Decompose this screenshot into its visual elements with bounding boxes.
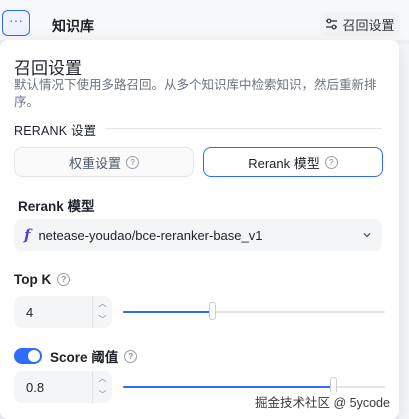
top-k-stepper[interactable]: ︿ ﹀ [14, 296, 112, 328]
rerank-section-title: RERANK 设置 [14, 124, 97, 138]
slider-thumb[interactable] [209, 302, 216, 320]
tab-weight-settings[interactable]: 权重设置 ? [14, 147, 194, 177]
rerank-model-label-text: Rerank 模型 [18, 199, 95, 214]
top-k-step-buttons: ︿ ﹀ [92, 296, 112, 328]
tab-rerank-model[interactable]: Rerank 模型 ? [203, 147, 383, 177]
recall-settings-button[interactable]: 召回设置 [320, 12, 400, 36]
section-divider [105, 128, 382, 129]
tab-weight-label: 权重设置 [68, 155, 121, 171]
model-logo-icon: f [24, 226, 31, 244]
rerank-model-value: netease-youdao/bce-reranker-base_v1 [38, 227, 263, 243]
stepper-up-icon[interactable]: ︿ [93, 371, 112, 387]
help-icon[interactable]: ? [124, 349, 138, 363]
more-icon: ··· [9, 12, 23, 28]
recall-settings-label: 召回设置 [342, 17, 395, 33]
help-icon[interactable]: ? [324, 155, 338, 169]
score-threshold-label: Score 阈值 ? [50, 346, 138, 366]
score-threshold-input[interactable] [14, 378, 92, 396]
slider-fill [123, 386, 333, 388]
score-threshold-toggle[interactable] [14, 348, 42, 364]
right-edge-background [399, 44, 409, 419]
more-button[interactable]: ··· [2, 10, 30, 36]
top-k-label: Top K ? [14, 272, 71, 287]
tab-rerank-label: Rerank 模型 [248, 155, 320, 171]
panel-title: 召回设置 [14, 59, 82, 78]
top-k-label-text: Top K [14, 272, 52, 287]
slider-fill [123, 311, 212, 313]
recall-settings-icon [326, 18, 338, 29]
rerank-model-label: Rerank 模型 [18, 195, 95, 215]
stepper-up-icon[interactable]: ︿ [93, 296, 112, 312]
help-icon[interactable]: ? [126, 155, 139, 169]
watermark: 掘金技术社区 @ 5ycode [253, 392, 392, 411]
chevron-down-icon [363, 233, 371, 238]
stepper-down-icon[interactable]: ﹀ [93, 312, 112, 328]
knowledge-base-title: 知识库 [52, 18, 94, 34]
help-icon[interactable]: ? [57, 273, 71, 286]
recall-settings-panel: 召回设置 默认情况下使用多路召回。从多个知识库中检索知识，然后重新排序。 RER… [0, 40, 399, 419]
panel-description: 默认情况下使用多路召回。从多个知识库中检索知识，然后重新排序。 [14, 78, 377, 109]
top-k-slider[interactable] [123, 302, 385, 322]
score-threshold-label-text: Score 阈值 [50, 350, 119, 365]
score-threshold-stepper[interactable]: ︿ ﹀ [14, 371, 112, 403]
rerank-model-select[interactable]: f netease-youdao/bce-reranker-base_v1 [14, 219, 382, 251]
top-k-input[interactable] [14, 303, 92, 321]
score-threshold-row: Score 阈值 ? [14, 346, 138, 366]
score-step-buttons: ︿ ﹀ [92, 371, 112, 403]
stepper-down-icon[interactable]: ﹀ [93, 387, 112, 403]
